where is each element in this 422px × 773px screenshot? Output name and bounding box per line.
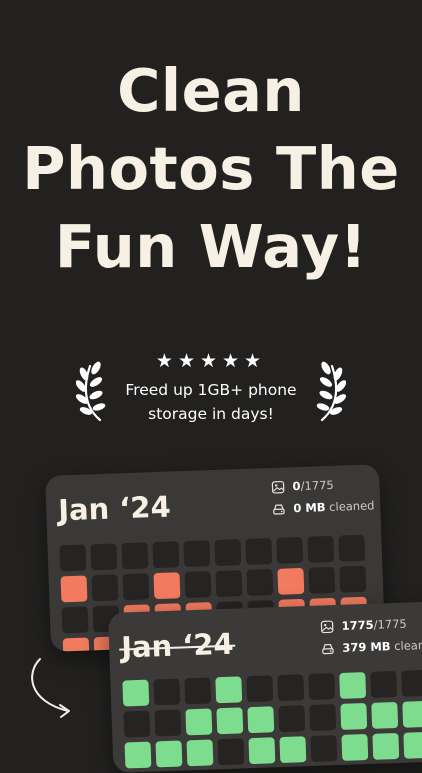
photo-cell[interactable] [92, 574, 119, 601]
photo-cell[interactable] [309, 704, 336, 731]
photo-cell-marked[interactable] [216, 707, 243, 734]
photo-cell-marked[interactable] [340, 703, 367, 730]
photo-cell[interactable] [308, 567, 335, 594]
photo-cell-marked[interactable] [277, 568, 304, 595]
headline-line-2: Photos The [0, 130, 422, 208]
photo-cell-marked[interactable] [248, 737, 275, 764]
photo-cell-marked[interactable] [186, 739, 213, 766]
photo-cell[interactable] [90, 543, 117, 570]
photo-cell[interactable] [246, 569, 273, 596]
award-tagline: Freed up 1GB+ phone storage in days! [100, 378, 322, 426]
image-icon [320, 620, 333, 633]
photo-cell[interactable] [59, 545, 86, 572]
photos-total: /1775 [373, 617, 407, 632]
photo-cell-marked[interactable] [311, 766, 338, 773]
photo-cell[interactable] [154, 710, 181, 737]
photos-total: /1775 [300, 478, 334, 493]
photo-cell-marked[interactable] [61, 575, 88, 602]
photo-cell-marked[interactable] [156, 741, 183, 768]
curved-arrow-icon [22, 655, 78, 719]
photo-cell-marked[interactable] [63, 637, 90, 651]
photo-cell[interactable] [184, 677, 211, 704]
photo-cell-marked[interactable] [342, 765, 369, 773]
photo-cell[interactable] [308, 673, 335, 700]
photo-cell[interactable] [183, 540, 210, 567]
photo-cell[interactable] [370, 671, 397, 698]
photo-cell[interactable] [214, 539, 241, 566]
drive-icon [272, 502, 285, 515]
photo-cell[interactable] [401, 670, 422, 697]
photos-stat: 1775 /1775 [320, 617, 407, 634]
photo-cell[interactable] [276, 537, 303, 564]
photo-cell[interactable] [307, 536, 334, 563]
photo-cell-marked[interactable] [373, 764, 400, 773]
photo-cell-marked[interactable] [339, 672, 366, 699]
award-badge: ★★★★★ Freed up 1GB+ phone storage in day… [0, 350, 422, 430]
photo-cell[interactable] [153, 679, 180, 706]
photo-cell[interactable] [339, 566, 366, 593]
image-icon [271, 480, 284, 493]
headline-line-3: Fun Way! [0, 208, 422, 286]
laurel-icon [312, 360, 346, 422]
cleaned-stat: 379 MB cleaned [321, 637, 422, 655]
cleaned-label: cleaned [329, 498, 375, 514]
photo-cell-marked[interactable] [281, 767, 308, 773]
photos-count: 1775 [341, 618, 373, 633]
photo-cell-marked[interactable] [372, 733, 399, 760]
photo-cell-marked[interactable] [153, 572, 180, 599]
drive-icon [321, 642, 334, 655]
photos-stat: 0 /1775 [271, 478, 334, 494]
photo-cell[interactable] [277, 674, 304, 701]
photo-cell[interactable] [184, 571, 211, 598]
photo-cell-marked[interactable] [122, 680, 149, 707]
photo-cell-marked[interactable] [247, 706, 274, 733]
photo-cell-marked[interactable] [125, 742, 152, 769]
cleaned-stat: 0 MB cleaned [272, 498, 375, 516]
photo-cell-marked[interactable] [185, 708, 212, 735]
photo-cell-marked[interactable] [404, 763, 422, 773]
cleaned-value: 379 MB [342, 639, 391, 655]
photo-cell[interactable] [245, 538, 272, 565]
photo-cell-marked[interactable] [215, 676, 242, 703]
photo-cell[interactable] [123, 573, 150, 600]
rating-stars: ★★★★★ [0, 350, 422, 372]
photo-cell[interactable] [246, 675, 273, 702]
headline-line-1: Clean [0, 52, 422, 130]
photo-cell-marked[interactable] [341, 734, 368, 761]
photo-cell[interactable] [62, 606, 89, 633]
photo-cell-marked[interactable] [371, 702, 398, 729]
photo-grid [122, 670, 422, 773]
headline: Clean Photos The Fun Way! [0, 52, 422, 286]
photo-cell-marked[interactable] [403, 732, 422, 759]
cleaned-value: 0 MB [293, 500, 326, 515]
photo-cell-marked[interactable] [219, 769, 246, 773]
month-title: Jan ‘24 [58, 490, 172, 528]
photo-cell[interactable] [121, 542, 148, 569]
month-card-after: Jan ‘24 1775 /1775 379 MB cleaned [108, 601, 422, 772]
photo-cell[interactable] [310, 735, 337, 762]
photo-cell[interactable] [152, 541, 179, 568]
photo-cell-marked[interactable] [402, 701, 422, 728]
photo-cell[interactable] [123, 711, 150, 738]
month-title-completed: Jan ‘24 [121, 627, 235, 665]
photo-cell[interactable] [278, 705, 305, 732]
photo-cell[interactable] [338, 535, 365, 562]
photo-cell[interactable] [215, 570, 242, 597]
photo-cell-marked[interactable] [250, 768, 277, 773]
cleaned-label: cleaned [394, 637, 422, 653]
photo-cell[interactable] [217, 738, 244, 765]
